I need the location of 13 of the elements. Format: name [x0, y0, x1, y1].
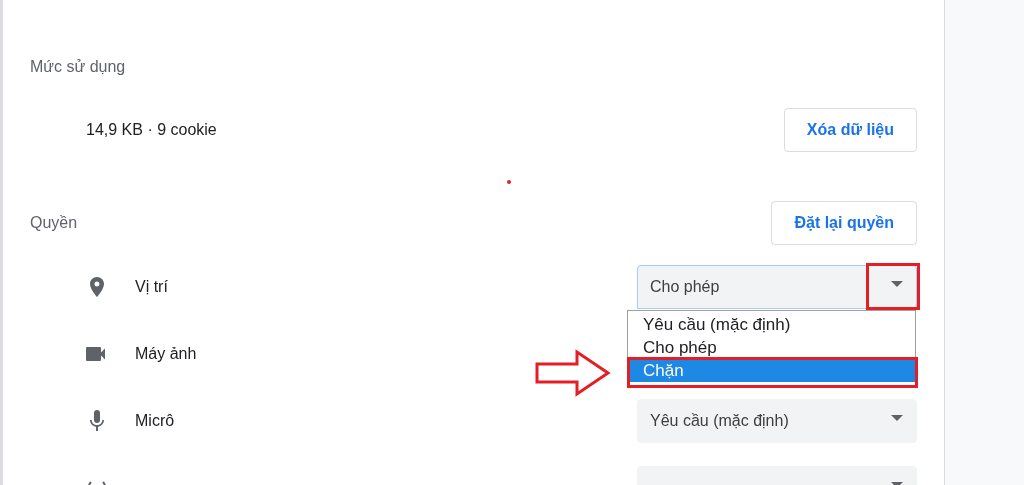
- dropdown-option[interactable]: Yêu cầu (mặc định): [628, 312, 915, 336]
- permission-select[interactable]: Yêu cầu (mặc định): [637, 398, 917, 443]
- dropdown-option[interactable]: Cho phép: [628, 335, 915, 359]
- clear-data-button[interactable]: Xóa dữ liệu: [783, 108, 917, 152]
- permission-label: Vị trí: [135, 277, 168, 296]
- dropdown-option[interactable]: Chặn: [628, 358, 915, 382]
- permission-label: Máy ảnh: [135, 344, 197, 363]
- permission-label: Micrô: [135, 411, 175, 430]
- section-title: Mức sử dụng: [30, 58, 126, 76]
- section-title: Quyền: [30, 214, 78, 232]
- permission-select[interactable]: Cho phép: [637, 264, 917, 309]
- usage-summary: 14,9 KB · 9 cookie: [86, 121, 217, 139]
- reset-permissions-button[interactable]: Đặt lại quyền: [771, 201, 917, 245]
